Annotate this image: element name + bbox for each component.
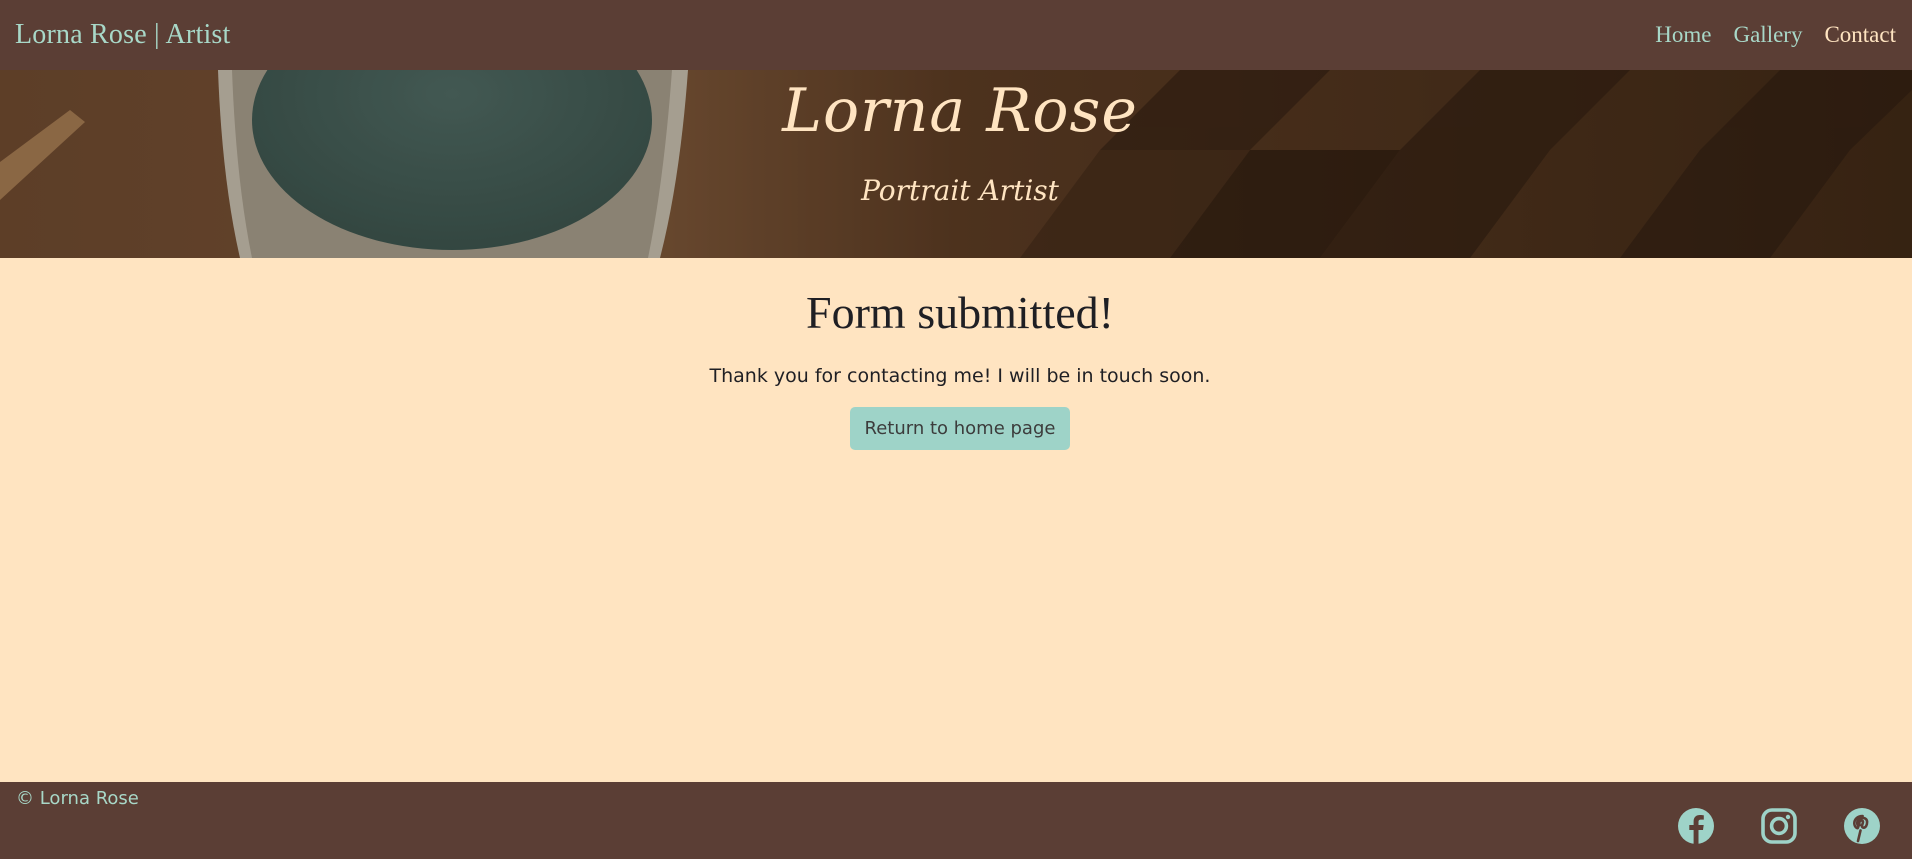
instagram-icon[interactable] [1760,807,1798,845]
hero-subtitle: Portrait Artist [861,174,1059,207]
footer: © Lorna Rose [0,782,1912,859]
return-home-button[interactable]: Return to home page [849,407,1071,450]
page-title: Form submitted! [806,287,1114,338]
copyright-text: © Lorna Rose [16,788,139,809]
nav-link-home[interactable]: Home [1655,22,1711,48]
facebook-icon[interactable] [1677,807,1715,845]
brand-link[interactable]: Lorna Rose | Artist [15,19,231,51]
nav-link-contact[interactable]: Contact [1824,22,1896,48]
hero-banner: Lorna Rose Portrait Artist [0,70,1912,258]
hero-title: Lorna Rose [782,76,1138,146]
pinterest-icon[interactable] [1843,807,1881,845]
top-navbar: Lorna Rose | Artist Home Gallery Contact [0,0,1912,70]
nav-link-gallery[interactable]: Gallery [1733,22,1802,48]
nav-links: Home Gallery Contact [1655,22,1896,48]
confirmation-message: Thank you for contacting me! I will be i… [709,365,1211,387]
main-content: Form submitted! Thank you for contacting… [0,258,1912,450]
